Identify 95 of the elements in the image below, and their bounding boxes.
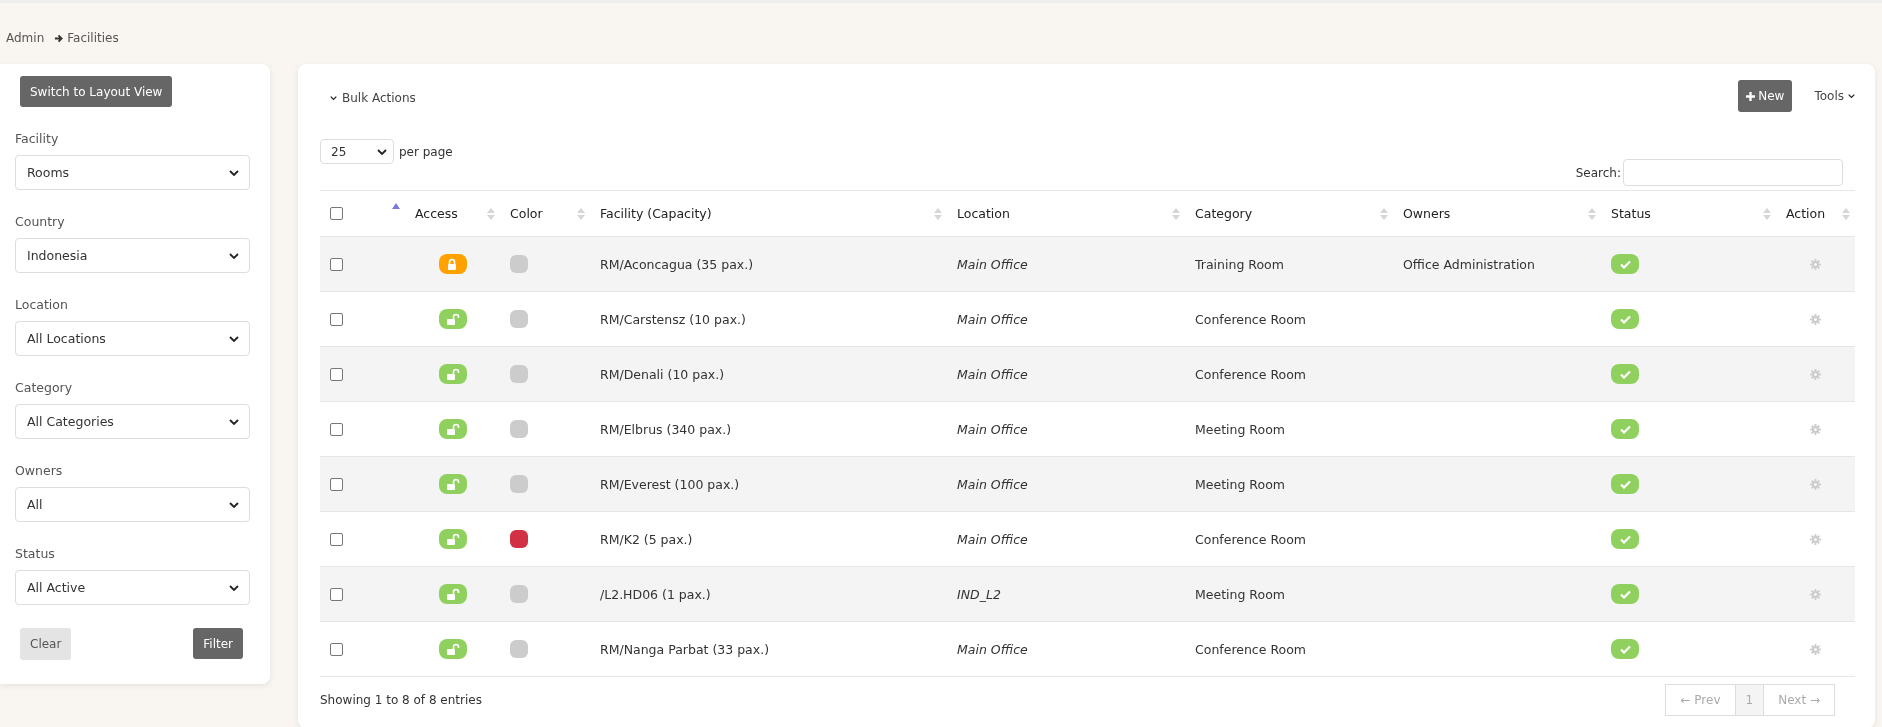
sort-icon[interactable]	[1380, 206, 1388, 221]
tools-menu[interactable]: Tools	[1814, 89, 1855, 103]
sort-icon[interactable]	[1842, 206, 1850, 221]
category-text: Conference Room	[1195, 311, 1306, 327]
filter-dropdown[interactable]: All Active	[15, 570, 250, 605]
plus-icon	[1746, 91, 1756, 101]
column-header[interactable]: Action	[1786, 206, 1826, 221]
filter-label: Location	[15, 297, 69, 312]
filter-label: Category	[15, 380, 74, 395]
checkbox[interactable]	[330, 587, 343, 601]
checkbox[interactable]	[330, 312, 343, 326]
filter-dropdown[interactable]: All Locations	[15, 321, 250, 356]
facility-name: RM/Aconcagua (35 pax.)	[600, 256, 754, 272]
category-text: Meeting Room	[1195, 586, 1285, 602]
owners-text: Office Administration	[1403, 256, 1535, 272]
per-page-label: per page	[399, 144, 453, 159]
column-header[interactable]: Status	[1611, 206, 1651, 221]
facility-name: RM/Denali (10 pax.)	[600, 366, 725, 382]
facility-name: RM/Elbrus (340 pax.)	[600, 421, 732, 437]
bulk-actions-menu[interactable]: Bulk Actions	[330, 91, 416, 105]
settings-icon[interactable]	[1810, 313, 1821, 325]
facility-name: RM/Carstensz (10 pax.)	[600, 311, 746, 327]
facility-name: RM/K2 (5 pax.)	[600, 531, 693, 547]
sort-icon[interactable]	[1588, 206, 1596, 221]
checkbox[interactable]	[330, 422, 343, 436]
facility-name: RM/Everest (100 pax.)	[600, 476, 740, 492]
chevron-down-icon	[229, 418, 239, 425]
chevron-down-icon	[377, 148, 387, 155]
filter-button[interactable]: Filter	[193, 628, 243, 659]
arrow-right-icon	[54, 33, 64, 43]
filter-label: Owners	[15, 463, 64, 478]
checkbox[interactable]	[330, 257, 343, 271]
sort-icon[interactable]	[577, 206, 585, 221]
location-text: Main Office	[957, 421, 1028, 437]
settings-icon[interactable]	[1810, 423, 1821, 435]
checkbox[interactable]	[330, 477, 343, 491]
chevron-down-icon	[229, 252, 239, 259]
filter-label: Status	[15, 546, 56, 561]
sort-icon[interactable]	[1763, 206, 1771, 221]
column-header[interactable]: Access	[415, 206, 458, 221]
sort-ascending-icon[interactable]	[392, 203, 400, 209]
entries-info: Showing 1 to 8 of 8 entries	[320, 693, 482, 707]
filter-label: Facility	[15, 131, 60, 146]
search-field[interactable]	[1623, 159, 1843, 186]
column-header[interactable]: Location	[957, 206, 1010, 221]
category-text: Conference Room	[1195, 366, 1306, 382]
sort-icon[interactable]	[487, 206, 495, 221]
facility-name: /L2.HD06 (1 pax.)	[600, 586, 711, 602]
chevron-down-icon	[229, 169, 239, 176]
chevron-down-icon	[229, 584, 239, 591]
settings-icon[interactable]	[1810, 478, 1821, 490]
settings-icon[interactable]	[1810, 533, 1821, 545]
checkbox[interactable]	[330, 532, 343, 546]
page-size-dropdown[interactable]: 25	[320, 139, 394, 164]
settings-icon[interactable]	[1810, 588, 1821, 600]
sort-icon[interactable]	[1172, 206, 1180, 221]
location-text: IND_L2	[957, 586, 1001, 602]
switch-layout-button[interactable]: Switch to Layout View	[20, 76, 173, 107]
search-label: Search:	[1575, 165, 1621, 180]
chevron-down-icon	[229, 501, 239, 508]
filter-dropdown[interactable]: Rooms	[15, 155, 250, 190]
location-text: Main Office	[957, 476, 1028, 492]
new-button[interactable]: New	[1738, 80, 1793, 112]
chevron-down-icon	[330, 95, 337, 101]
facility-name: RM/Nanga Parbat (33 pax.)	[600, 641, 770, 657]
filter-dropdown[interactable]: Indonesia	[15, 238, 250, 273]
checkbox[interactable]	[330, 642, 343, 656]
settings-icon[interactable]	[1810, 258, 1821, 270]
checkbox[interactable]	[330, 207, 343, 220]
category-text: Conference Room	[1195, 531, 1306, 547]
breadcrumb-link[interactable]: Admin	[6, 31, 45, 45]
column-header[interactable]: Color	[510, 206, 543, 221]
location-text: Main Office	[957, 531, 1028, 547]
chevron-down-icon	[229, 335, 239, 342]
location-text: Main Office	[957, 641, 1028, 657]
sort-icon[interactable]	[934, 206, 942, 221]
category-text: Meeting Room	[1195, 476, 1285, 492]
location-text: Main Office	[957, 311, 1028, 327]
category-text: Training Room	[1195, 256, 1284, 272]
chevron-down-icon	[1848, 93, 1855, 99]
checkbox[interactable]	[330, 367, 343, 381]
column-header[interactable]: Category	[1195, 206, 1253, 221]
filter-dropdown[interactable]: All Categories	[15, 404, 250, 439]
category-text: Conference Room	[1195, 641, 1306, 657]
breadcrumb-current: Facilities	[67, 31, 119, 45]
category-text: Meeting Room	[1195, 421, 1285, 437]
settings-icon[interactable]	[1810, 368, 1821, 380]
column-header[interactable]: Owners	[1403, 206, 1451, 221]
clear-button[interactable]: Clear	[20, 628, 72, 660]
filter-dropdown[interactable]: All	[15, 487, 250, 522]
location-text: Main Office	[957, 366, 1028, 382]
column-header[interactable]: Facility (Capacity)	[600, 206, 712, 221]
location-text: Main Office	[957, 256, 1028, 272]
settings-icon[interactable]	[1810, 643, 1821, 655]
filter-label: Country	[15, 214, 66, 229]
